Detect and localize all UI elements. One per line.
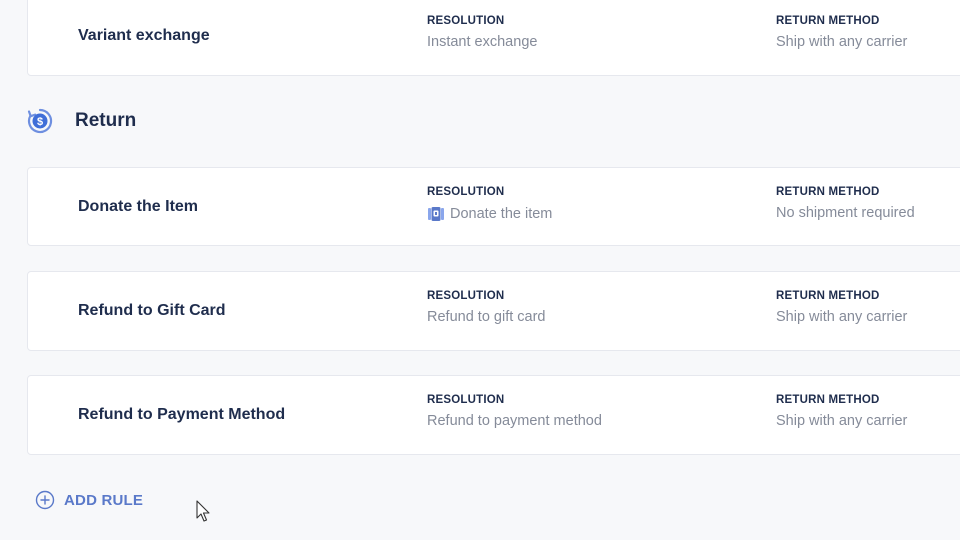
resolution-value: Refund to gift card bbox=[427, 309, 546, 325]
donate-box-icon bbox=[427, 205, 445, 223]
return-method-value: Ship with any carrier bbox=[776, 34, 907, 50]
return-method-value-text: Ship with any carrier bbox=[776, 413, 908, 429]
resolution-column: RESOLUTION Refund to gift card bbox=[427, 290, 546, 325]
return-method-column: RETURN METHOD Ship with any carrier bbox=[776, 394, 907, 429]
add-rule-label: ADD RULE bbox=[64, 491, 144, 509]
resolution-value-text: Instant exchange bbox=[427, 34, 538, 50]
resolution-value: Instant exchange bbox=[427, 34, 537, 50]
return-method-label: RETURN METHOD bbox=[776, 186, 880, 198]
section-title: Return bbox=[75, 110, 137, 131]
resolution-value-text: Refund to gift card bbox=[427, 309, 546, 325]
resolution-column: RESOLUTION Donate the item bbox=[427, 186, 552, 223]
resolution-value-text: Refund to payment method bbox=[427, 413, 602, 429]
resolution-value: Donate the item bbox=[427, 205, 552, 223]
resolution-value-text: Donate the item bbox=[450, 206, 553, 222]
rule-name: Variant exchange bbox=[78, 27, 210, 44]
return-method-label: RETURN METHOD bbox=[776, 15, 880, 27]
return-method-column: RETURN METHOD No shipment required bbox=[776, 186, 915, 221]
return-method-value-text: No shipment required bbox=[776, 205, 915, 221]
return-method-value: Ship with any carrier bbox=[776, 413, 907, 429]
rule-card-refund-to-payment-method[interactable]: Refund to Payment Method RESOLUTION Refu… bbox=[27, 375, 960, 455]
resolution-label: RESOLUTION bbox=[427, 186, 505, 198]
resolution-label: RESOLUTION bbox=[427, 394, 505, 406]
return-method-value-text: Ship with any carrier bbox=[776, 34, 908, 50]
dollar-refresh-icon: $ bbox=[26, 107, 54, 135]
plus-circle-icon bbox=[35, 490, 55, 510]
return-method-column: RETURN METHOD Ship with any carrier bbox=[776, 15, 907, 50]
section-header-return: $ Return bbox=[26, 107, 136, 135]
rule-card-variant-exchange[interactable]: Variant exchange RESOLUTION Instant exch… bbox=[27, 0, 960, 76]
return-method-value: Ship with any carrier bbox=[776, 309, 907, 325]
resolution-value: Refund to payment method bbox=[427, 413, 602, 429]
return-method-value-text: Ship with any carrier bbox=[776, 309, 908, 325]
return-method-label: RETURN METHOD bbox=[776, 290, 880, 302]
resolution-column: RESOLUTION Instant exchange bbox=[427, 15, 537, 50]
resolution-label: RESOLUTION bbox=[427, 15, 505, 27]
svg-text:$: $ bbox=[37, 116, 43, 128]
resolution-column: RESOLUTION Refund to payment method bbox=[427, 394, 602, 429]
mouse-cursor-icon bbox=[196, 500, 212, 524]
return-method-value: No shipment required bbox=[776, 205, 915, 221]
resolution-label: RESOLUTION bbox=[427, 290, 505, 302]
rule-name: Refund to Gift Card bbox=[78, 302, 226, 319]
rule-card-donate-the-item[interactable]: Donate the Item RESOLUTION Donate the it… bbox=[27, 167, 960, 246]
return-method-label: RETURN METHOD bbox=[776, 394, 880, 406]
add-rule-button[interactable]: ADD RULE bbox=[35, 490, 143, 510]
rule-card-refund-to-gift-card[interactable]: Refund to Gift Card RESOLUTION Refund to… bbox=[27, 271, 960, 351]
rule-name: Refund to Payment Method bbox=[78, 406, 286, 423]
rules-page: Variant exchange RESOLUTION Instant exch… bbox=[0, 0, 960, 540]
rule-name: Donate the Item bbox=[78, 198, 199, 215]
return-method-column: RETURN METHOD Ship with any carrier bbox=[776, 290, 907, 325]
